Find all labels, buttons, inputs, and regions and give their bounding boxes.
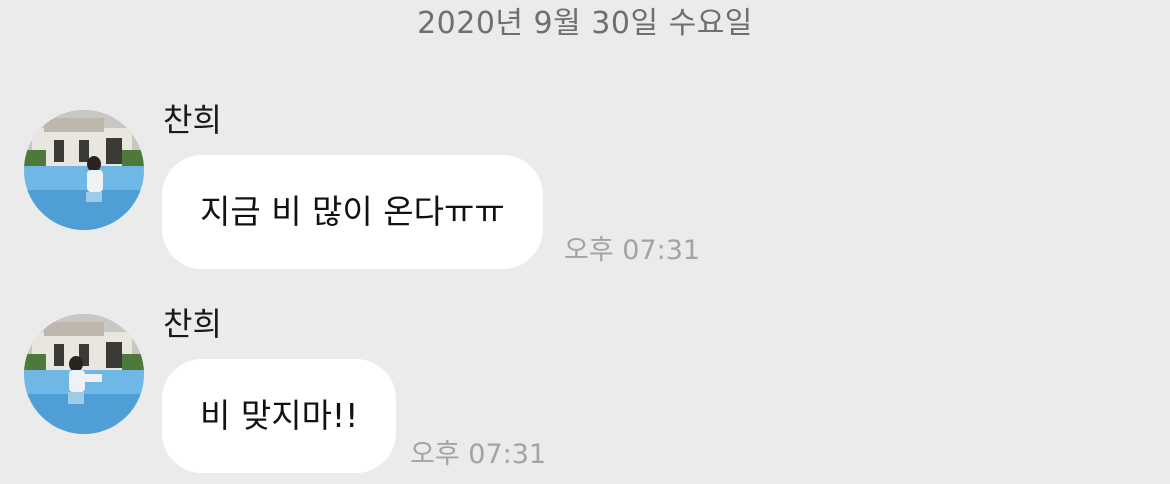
date-divider: 2020년 9월 30일 수요일 — [417, 6, 753, 41]
message-bubble[interactable]: 비 맞지마!! — [162, 359, 397, 473]
profile-photo-icon — [24, 110, 144, 230]
sender-name: 찬희 — [163, 101, 222, 139]
message-time: 오후 07:31 — [564, 235, 701, 266]
message-text: 지금 비 많이 온다ㅠㅠ — [200, 192, 505, 231]
avatar[interactable] — [24, 314, 144, 434]
avatar[interactable] — [24, 110, 144, 230]
message-bubble[interactable]: 지금 비 많이 온다ㅠㅠ — [162, 155, 543, 269]
message-time: 오후 07:31 — [410, 439, 547, 470]
profile-photo-icon — [24, 314, 144, 434]
message-text: 비 맞지마!! — [200, 396, 359, 435]
sender-name: 찬희 — [163, 305, 222, 343]
